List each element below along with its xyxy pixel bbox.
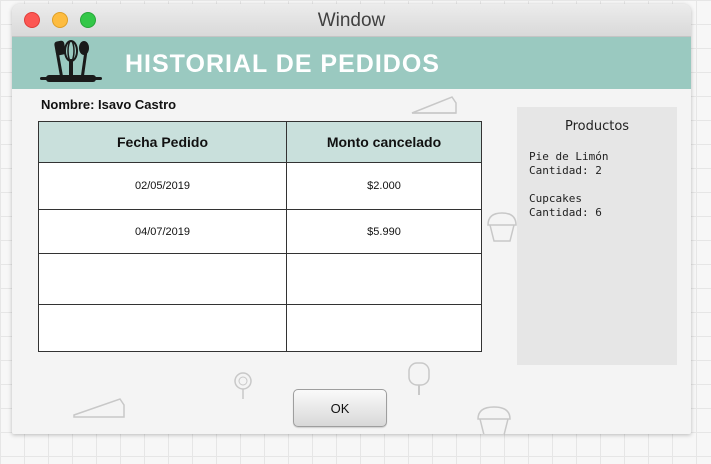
customer-name: Nombre: Isavo Castro	[41, 97, 177, 112]
order-date-cell	[38, 303, 287, 353]
product-quantity: Cantidad: 2	[529, 164, 602, 177]
order-amount-cell: $5.990	[286, 209, 482, 255]
cake-slice-icon	[411, 96, 457, 114]
order-amount-cell	[286, 303, 482, 353]
table-header-row: Fecha Pedido Monto cancelado	[38, 121, 482, 163]
title-bar[interactable]: Window	[12, 4, 691, 37]
app-window: Window HISTORIAL DE PEDIDOS Nombre: Isav…	[12, 4, 691, 434]
content-area: Nombre: Isavo Castro Fecha Pedido Monto …	[12, 89, 691, 434]
window-title: Window	[317, 10, 386, 31]
order-date-cell: 02/05/2019	[38, 161, 287, 211]
cupcake-icon	[477, 406, 511, 434]
cake-slice-icon	[73, 398, 125, 418]
table-row[interactable]: 02/05/2019 $2.000	[38, 161, 482, 211]
table-row[interactable]: 04/07/2019 $5.990	[38, 209, 482, 255]
product-name: Cupcakes	[529, 192, 582, 205]
order-date-cell	[38, 253, 287, 305]
products-list: Pie de Limón Cantidad: 2 Cupcakes Cantid…	[529, 150, 608, 234]
page-title: HISTORIAL DE PEDIDOS	[125, 50, 440, 78]
order-amount-cell	[286, 253, 482, 305]
products-panel: Productos Pie de Limón Cantidad: 2 Cupca…	[517, 107, 677, 365]
orders-table: Fecha Pedido Monto cancelado 02/05/2019 …	[38, 121, 482, 353]
lollipop-icon	[234, 372, 252, 399]
order-amount-cell: $2.000	[286, 161, 482, 211]
product-quantity: Cantidad: 6	[529, 206, 602, 219]
column-header-fecha: Fecha Pedido	[38, 121, 287, 163]
table-row[interactable]	[38, 303, 482, 353]
popsicle-icon	[408, 362, 430, 395]
header-banner: HISTORIAL DE PEDIDOS	[12, 37, 691, 89]
kitchen-utensils-icon	[40, 40, 102, 82]
ok-button[interactable]: OK	[293, 389, 387, 427]
table-row[interactable]	[38, 253, 482, 305]
order-date-cell: 04/07/2019	[38, 209, 287, 255]
product-name: Pie de Limón	[529, 150, 609, 163]
cupcake-icon	[487, 212, 517, 242]
column-header-monto: Monto cancelado	[286, 121, 482, 163]
products-title: Productos	[564, 119, 630, 134]
list-item: Cupcakes Cantidad: 6	[529, 192, 608, 220]
list-item: Pie de Limón Cantidad: 2	[529, 150, 608, 178]
